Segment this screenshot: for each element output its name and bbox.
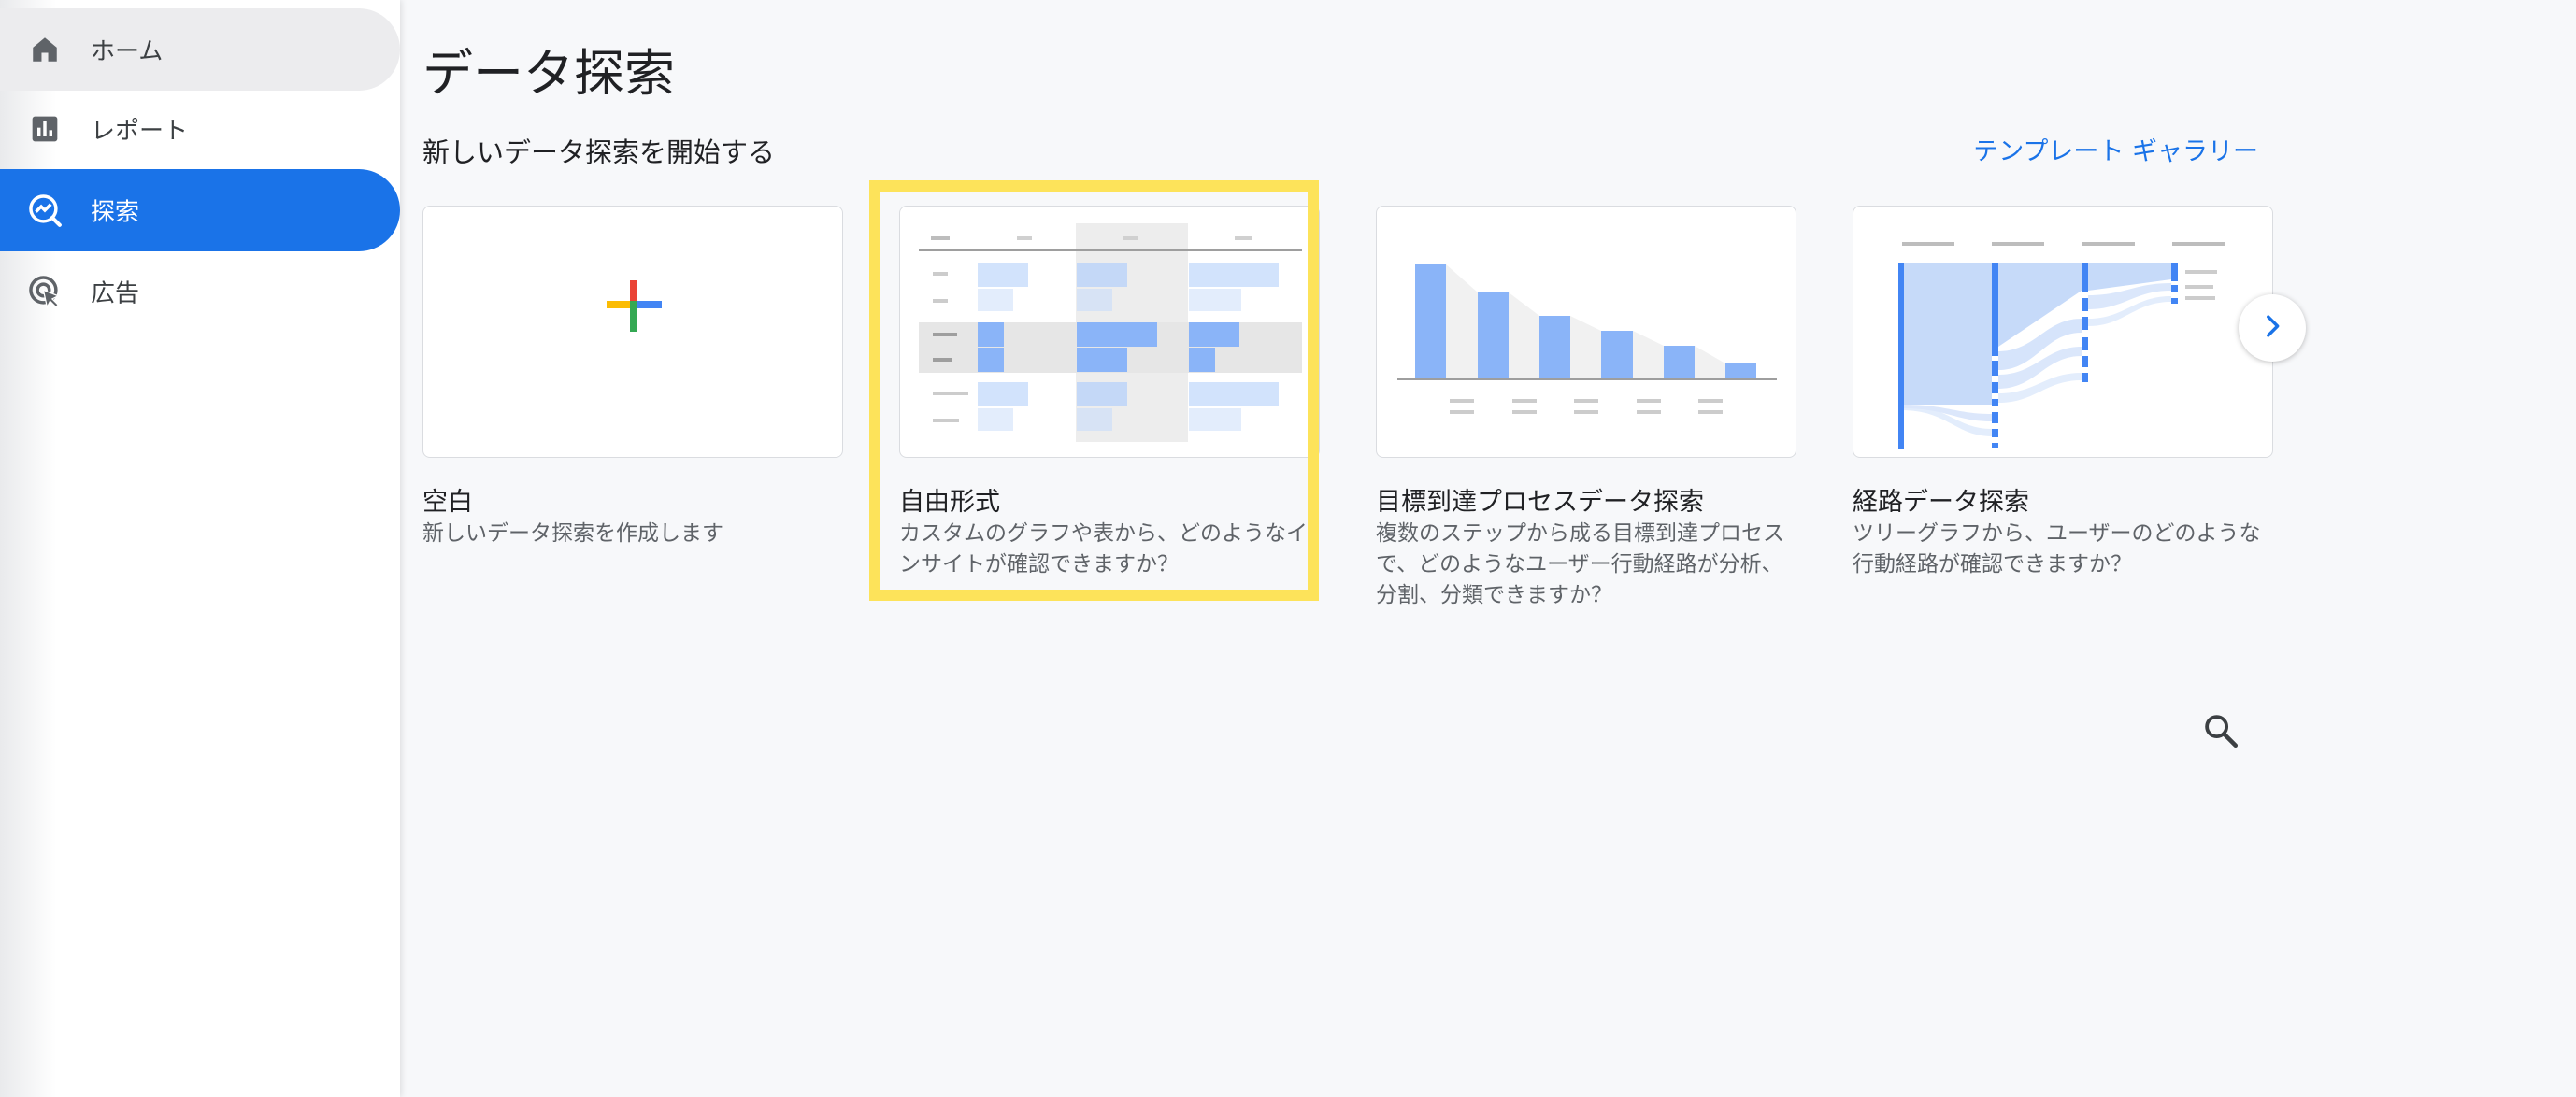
card-title: 空白 (422, 488, 473, 517)
card-description: カスタムのグラフや表から、どのようなインサイトが確認できますか？ (899, 521, 1308, 577)
explore-icon (26, 192, 64, 229)
sidebar-item-advertising[interactable]: 広告 (0, 250, 400, 333)
card-description: 複数のステップから成る目標到達プロセスで、どのようなユーザー行動経路が分析、分割… (1376, 521, 1784, 607)
sidebar-item-label: レポート (91, 117, 189, 146)
card-title: 目標到達プロセスデータ探索 (1376, 488, 1704, 517)
page-title: データ探索 (422, 44, 675, 103)
sidebar-item-home[interactable]: ホーム (0, 8, 400, 91)
section-heading: 新しいデータ探索を開始する (422, 136, 776, 168)
free-form-card[interactable] (899, 206, 1320, 458)
free-form-thumbnail (919, 223, 1302, 442)
search-icon (2201, 711, 2240, 754)
card-title: 自由形式 (899, 488, 1000, 517)
blank-card[interactable] (422, 206, 843, 458)
sidebar-item-label: ホーム (91, 37, 164, 66)
sidebar-item-reports[interactable]: レポート (0, 88, 400, 170)
card-description: 新しいデータ探索を作成します (422, 521, 723, 546)
sidebar: ホーム レポート 探索 広告 (0, 0, 400, 1097)
sidebar-item-label: 探索 (91, 198, 140, 227)
sidebar-item-label: 広告 (91, 279, 140, 308)
path-exploration-card[interactable] (1853, 206, 2273, 458)
funnel-exploration-card[interactable] (1376, 206, 1796, 458)
search-button[interactable] (2198, 710, 2243, 755)
card-description: ツリーグラフから、ユーザーのどのような行動経路が確認できますか？ (1853, 521, 2261, 577)
ads-cursor-icon (26, 273, 64, 310)
card-title: 経路データ探索 (1853, 488, 2029, 517)
carousel-next-button[interactable] (2239, 294, 2306, 362)
chevron-right-icon (2256, 310, 2288, 346)
path-thumbnail (1898, 242, 2225, 449)
funnel-thumbnail (1397, 264, 1777, 414)
sidebar-item-explore[interactable]: 探索 (0, 169, 400, 251)
template-gallery-link[interactable]: テンプレート ギャラリー (1973, 131, 2258, 167)
plus-icon (607, 280, 662, 332)
home-icon (26, 31, 64, 68)
bar-chart-icon (26, 110, 64, 148)
